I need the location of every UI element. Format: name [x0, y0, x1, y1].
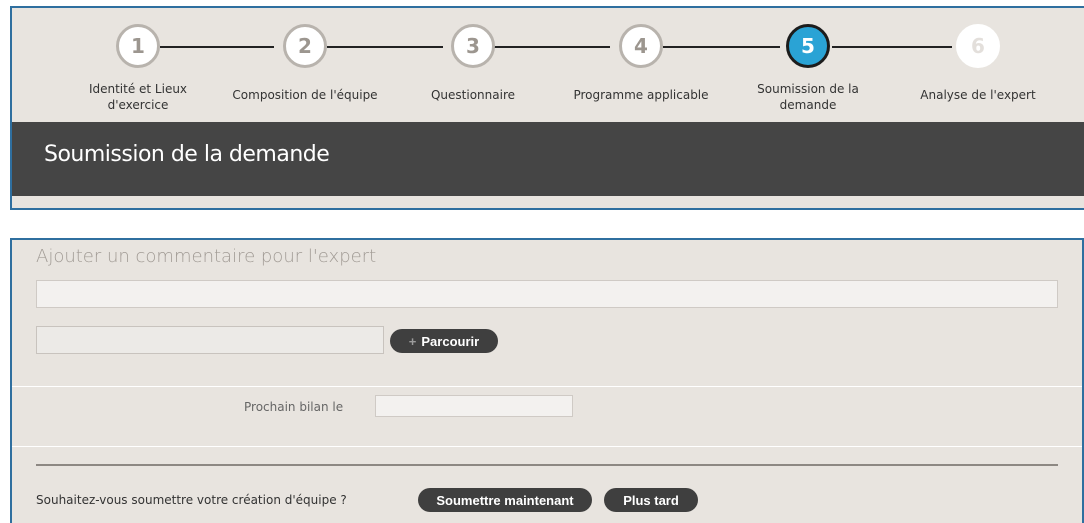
- comment-input[interactable]: [36, 280, 1058, 308]
- later-button[interactable]: Plus tard: [604, 488, 698, 512]
- step-connector: [160, 46, 274, 48]
- step-4-circle[interactable]: 4: [619, 24, 663, 68]
- step-3-label-line1: Questionnaire: [430, 88, 516, 102]
- submission-form: Ajouter un commentaire pour l'expert + P…: [10, 238, 1084, 523]
- step-2-circle[interactable]: 2: [283, 24, 327, 68]
- step-6-circle: 6: [956, 24, 1000, 68]
- file-path-input[interactable]: [36, 326, 384, 354]
- submit-question: Souhaitez-vous soumettre votre création …: [36, 493, 347, 507]
- step-1-label-line2: d'exercice: [107, 98, 169, 112]
- step-2-label: Composition de l'équipe: [225, 87, 385, 103]
- page-title: Soumission de la demande: [44, 142, 330, 167]
- browse-button[interactable]: + Parcourir: [390, 329, 498, 353]
- step-1-label-line1: Identité et Lieux: [88, 82, 188, 96]
- step-panel: 1 Identité et Lieux d'exercice 2 Composi…: [10, 6, 1084, 210]
- step-6-label: Analyse de l'expert: [898, 87, 1058, 103]
- section-divider: [12, 386, 1082, 387]
- section-divider: [12, 446, 1082, 447]
- submit-now-button[interactable]: Soumettre maintenant: [418, 488, 592, 512]
- step-4-label-line1: Programme applicable: [573, 88, 709, 102]
- step-connector: [663, 46, 780, 48]
- step-connector: [327, 46, 443, 48]
- browse-button-label: Parcourir: [421, 333, 480, 349]
- plus-icon: +: [408, 333, 417, 349]
- step-5-label: Soumission de la demande: [728, 81, 888, 113]
- step-connector: [494, 46, 610, 48]
- comment-label: Ajouter un commentaire pour l'expert: [36, 246, 377, 267]
- next-review-date-input[interactable]: [375, 395, 573, 417]
- step-3-label: Questionnaire: [393, 87, 553, 103]
- submit-divider: [36, 464, 1058, 466]
- page-header-bar: Soumission de la demande: [12, 122, 1084, 196]
- step-5-label-line1: Soumission de la: [757, 82, 859, 96]
- step-3-circle[interactable]: 3: [451, 24, 495, 68]
- progress-stepper: 1 Identité et Lieux d'exercice 2 Composi…: [12, 8, 1084, 124]
- step-5-label-line2: demande: [779, 98, 837, 112]
- step-1-label: Identité et Lieux d'exercice: [58, 81, 218, 113]
- step-6-label-line1: Analyse de l'expert: [920, 88, 1036, 102]
- step-connector: [832, 46, 952, 48]
- step-5-circle[interactable]: 5: [786, 24, 830, 68]
- step-2-label-line1: Composition de l'équipe: [232, 88, 378, 102]
- step-1-circle[interactable]: 1: [116, 24, 160, 68]
- step-4-label: Programme applicable: [561, 87, 721, 103]
- next-review-label: Prochain bilan le: [244, 400, 344, 414]
